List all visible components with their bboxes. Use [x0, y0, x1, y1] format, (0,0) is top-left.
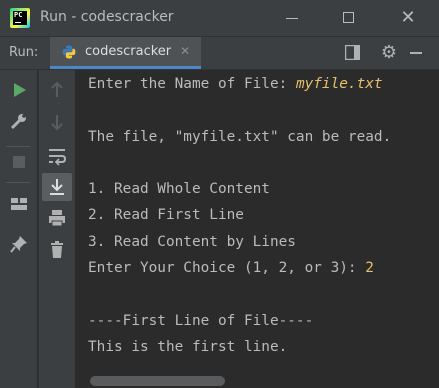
pycharm-logo-icon: PC — [10, 8, 30, 28]
scroll-to-end-icon — [50, 179, 64, 195]
minimize-button[interactable] — [280, 6, 304, 30]
console-line-readable: The file, "myfile.txt" can be read. — [88, 129, 392, 145]
input-file-text: myfile.txt — [295, 76, 383, 92]
close-button[interactable]: ✕ — [396, 6, 420, 30]
run-panel-header: Run: codescracker ✕ ⚙ — [0, 37, 439, 70]
run-label: Run: — [9, 45, 39, 60]
run-tab-label: codescracker — [85, 44, 172, 59]
layout-tiles-icon[interactable] — [9, 194, 29, 214]
window-title: Run - codescracker — [40, 9, 174, 25]
console-line-prompt-file: Enter the Name of File: myfile.txt — [88, 76, 383, 92]
console-line-header: ----First Line of File---- — [88, 313, 314, 329]
console-line-option1: 1. Read Whole Content — [88, 181, 270, 197]
prompt-file-text: Enter the Name of File: — [88, 76, 296, 92]
console-output[interactable]: Enter the Name of File: myfile.txt The f… — [75, 70, 439, 388]
console-line-output: This is the first line. — [88, 339, 288, 355]
prompt-choice-text: Enter Your Choice (1, 2, or 3): — [88, 260, 366, 276]
stop-icon[interactable] — [9, 152, 29, 172]
trash-icon[interactable] — [47, 240, 67, 260]
console-toolbar — [38, 70, 75, 388]
python-icon — [62, 45, 76, 59]
run-toolbar-left — [0, 70, 37, 388]
hide-panel-icon[interactable] — [410, 52, 422, 54]
rerun-play-icon[interactable] — [10, 80, 30, 100]
soft-wrap-icon[interactable] — [47, 146, 67, 166]
console-line-option3: 3. Read Content by Lines — [88, 234, 296, 250]
wrench-icon[interactable] — [9, 112, 29, 132]
pin-icon[interactable] — [9, 234, 29, 254]
gear-icon[interactable]: ⚙ — [379, 43, 399, 63]
title-bar: PC Run - codescracker ✕ — [0, 0, 439, 37]
input-choice-text: 2 — [365, 260, 374, 276]
maximize-button[interactable] — [337, 6, 361, 30]
arrow-down-icon[interactable] — [47, 112, 67, 132]
print-icon[interactable] — [47, 208, 67, 228]
console-line-prompt-choice: Enter Your Choice (1, 2, or 3): 2 — [88, 260, 374, 276]
run-tab-codescracker[interactable]: codescracker ✕ — [50, 37, 201, 69]
arrow-up-icon[interactable] — [47, 80, 67, 100]
restore-layout-icon[interactable] — [345, 45, 360, 60]
horizontal-scrollbar[interactable] — [90, 376, 225, 386]
scroll-to-end-button[interactable] — [42, 173, 72, 201]
console-line-option2: 2. Read First Line — [88, 207, 244, 223]
tab-close-icon[interactable]: ✕ — [180, 44, 190, 58]
